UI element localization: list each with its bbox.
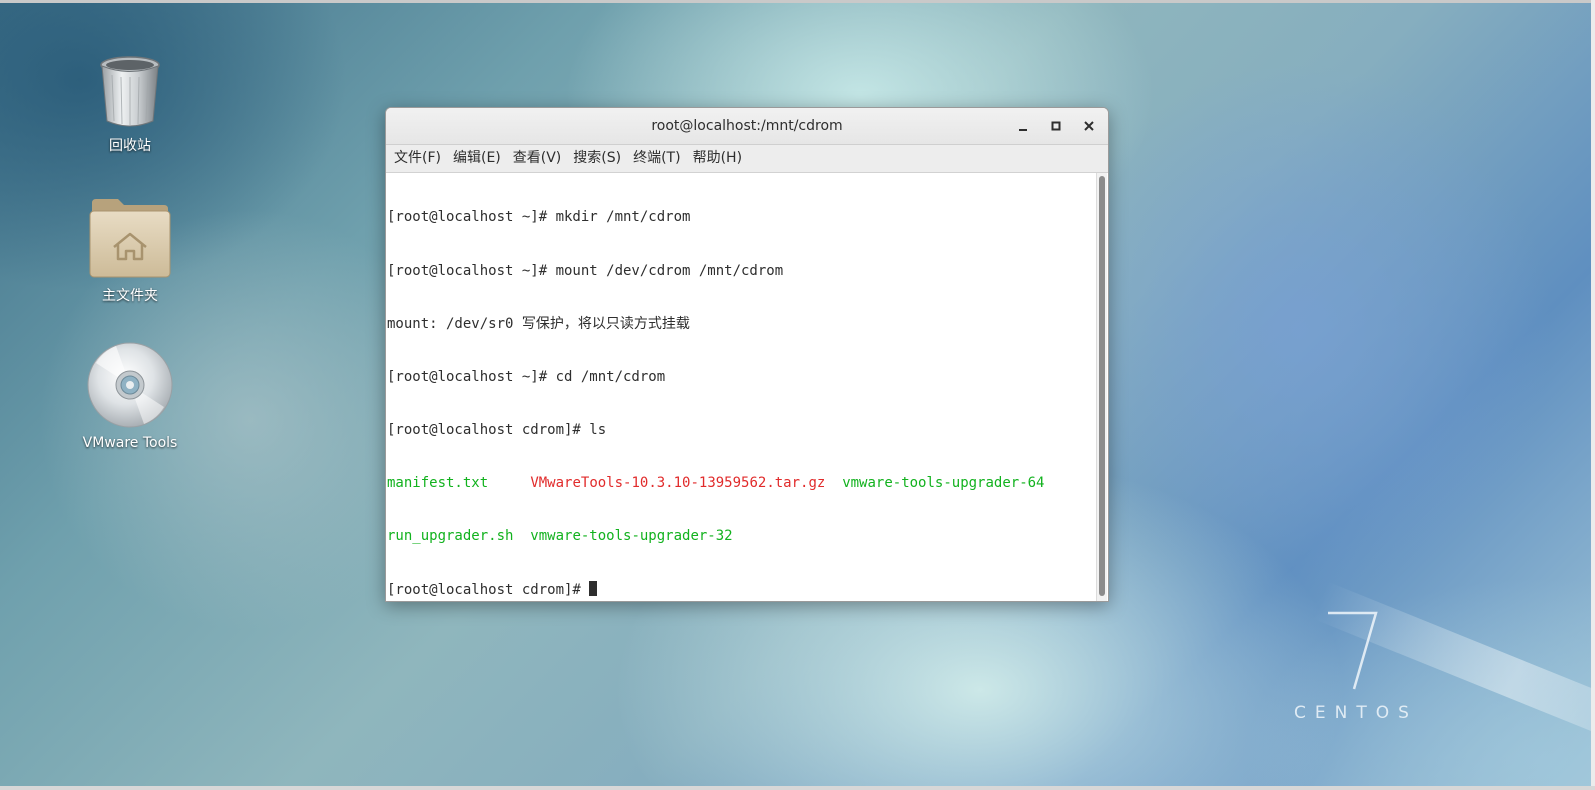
terminal-line: [root@localhost ~]# cd /mnt/cdrom	[387, 368, 666, 385]
desktop-icon-vmware-tools[interactable]: VMware Tools	[70, 341, 190, 451]
terminal-scrollbar[interactable]	[1096, 173, 1107, 601]
terminal-area[interactable]: [root@localhost ~]# mkdir /mnt/cdrom [ro…	[386, 173, 1108, 601]
window-titlebar[interactable]: root@localhost:/mnt/cdrom	[386, 108, 1108, 145]
window-title: root@localhost:/mnt/cdrom	[651, 118, 843, 134]
centos-wordmark: CENTOS	[1294, 703, 1418, 723]
terminal-window[interactable]: root@localhost:/mnt/cdrom 文件(F) 编辑(E) 查看…	[385, 107, 1109, 602]
minimize-icon	[1019, 129, 1027, 131]
terminal-output: [root@localhost ~]# mkdir /mnt/cdrom [ro…	[387, 174, 1095, 601]
terminal-line: [root@localhost ~]# mount /dev/cdrom /mn…	[387, 262, 784, 279]
menu-terminal[interactable]: 终端(T)	[627, 145, 686, 172]
terminal-line: mount: /dev/sr0 写保护，将以只读方式挂载	[387, 315, 690, 332]
trash-icon	[100, 56, 160, 127]
screen-top-edge	[0, 0, 1595, 3]
desktop-icon-label: VMware Tools	[82, 435, 178, 451]
cd-disc-icon	[87, 342, 173, 428]
screen-right-edge	[1591, 0, 1595, 790]
ls-output-row: run_upgrader.sh vmware-tools-upgrader-32	[387, 528, 1095, 546]
menu-help[interactable]: 帮助(H)	[687, 145, 748, 172]
terminal-line: [root@localhost ~]# mkdir /mnt/cdrom	[387, 209, 691, 226]
menu-search[interactable]: 搜索(S)	[567, 145, 627, 172]
maximize-button[interactable]	[1046, 116, 1066, 136]
ls-file-run-upgrader: run_upgrader.sh	[387, 527, 514, 544]
ls-file-upgrader-64: vmware-tools-upgrader-64	[842, 474, 1045, 491]
home-folder-icon	[89, 199, 171, 278]
scrollbar-thumb[interactable]	[1099, 176, 1105, 596]
menu-bar: 文件(F) 编辑(E) 查看(V) 搜索(S) 终端(T) 帮助(H)	[386, 145, 1108, 173]
maximize-icon	[1051, 121, 1061, 131]
ls-output-row: manifest.txt VMwareTools-10.3.10-1395956…	[387, 475, 1095, 493]
menu-edit[interactable]: 编辑(E)	[447, 145, 507, 172]
desktop: 回收站 主文件夹 VMware Tools root@localhost:/mn…	[0, 0, 1595, 790]
ls-file-upgrader-32: vmware-tools-upgrader-32	[530, 527, 733, 544]
screen-bottom-edge	[0, 786, 1595, 790]
shell-prompt: [root@localhost cdrom]#	[387, 582, 590, 599]
desktop-icon-label: 回收站	[109, 138, 151, 154]
terminal-prompt-line: [root@localhost cdrom]#	[387, 581, 1095, 599]
close-button[interactable]	[1079, 116, 1099, 136]
menu-view[interactable]: 查看(V)	[507, 145, 568, 172]
text-cursor	[589, 581, 598, 597]
ls-file-manifest: manifest.txt	[387, 474, 489, 491]
minimize-button[interactable]	[1013, 116, 1033, 136]
desktop-icon-trash[interactable]: 回收站	[70, 55, 190, 155]
ls-file-tarball: VMwareTools-10.3.10-13959562.tar.gz	[530, 474, 826, 491]
close-icon	[1084, 121, 1094, 131]
menu-file[interactable]: 文件(F)	[388, 145, 447, 172]
desktop-icon-label: 主文件夹	[102, 288, 158, 304]
desktop-icon-home-folder[interactable]: 主文件夹	[70, 197, 190, 305]
terminal-line: [root@localhost cdrom]# ls	[387, 421, 607, 438]
